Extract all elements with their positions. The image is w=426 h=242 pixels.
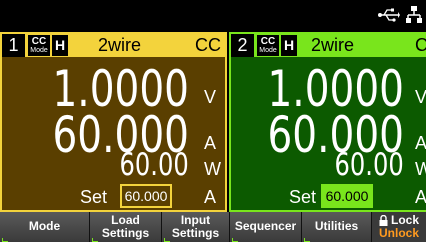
set-unit: A bbox=[415, 187, 426, 207]
load-settings-label-2: Settings bbox=[101, 226, 150, 240]
range-indicator: H bbox=[281, 35, 297, 56]
mode-indicator: CC Mode bbox=[28, 35, 50, 56]
voltage-unit: V bbox=[204, 87, 217, 107]
set-value-field[interactable]: 60.000 bbox=[321, 184, 373, 208]
utilities-softkey[interactable]: Utilities bbox=[302, 212, 372, 242]
mode-softkey[interactable]: Mode bbox=[0, 212, 90, 242]
set-label: Set bbox=[80, 187, 108, 207]
mode-indicator-value: CC bbox=[31, 36, 47, 47]
sense-mode: 2wire bbox=[98, 35, 142, 55]
mode-softkey-label: Mode bbox=[28, 219, 61, 234]
operating-mode: CC bbox=[195, 35, 221, 55]
load-settings-softkey[interactable]: Load Settings bbox=[90, 212, 162, 242]
usb-icon bbox=[378, 8, 400, 22]
mode-indicator-caption: Mode bbox=[30, 47, 48, 54]
lock-icon bbox=[379, 214, 388, 226]
channel-2-header: 2 CC Mode H 2wire C bbox=[231, 34, 426, 57]
mode-indicator-value: CC bbox=[260, 36, 276, 47]
power-unit: W bbox=[415, 160, 426, 178]
softkey-tick bbox=[2, 238, 8, 242]
set-label: Set bbox=[289, 187, 317, 207]
sense-mode: 2wire bbox=[311, 35, 355, 55]
sequencer-label: Sequencer bbox=[234, 219, 297, 234]
sequencer-softkey[interactable]: Sequencer bbox=[230, 212, 302, 242]
channel-1-panel[interactable]: 1 CC Mode H 2wire CC 1.0000 V 60.000 A 6… bbox=[0, 32, 227, 212]
current-unit: A bbox=[415, 133, 426, 153]
channel-1-header: 1 CC Mode H 2wire CC bbox=[2, 34, 225, 57]
voltage-unit: V bbox=[415, 87, 426, 107]
input-settings-softkey[interactable]: Input Settings bbox=[162, 212, 230, 242]
status-bar bbox=[0, 0, 426, 32]
softkey-bar: Mode Load Settings Input Settings Sequen… bbox=[0, 212, 426, 242]
power-reading: 60.00 bbox=[119, 147, 189, 183]
power-unit: W bbox=[204, 159, 221, 179]
unlock-label: Unlock bbox=[378, 226, 419, 240]
utilities-label: Utilities bbox=[314, 219, 359, 234]
set-value-field[interactable]: 60.000 bbox=[120, 184, 172, 208]
channel-number: 2 bbox=[231, 34, 254, 57]
lock-softkey[interactable]: Lock Unlock bbox=[372, 212, 426, 242]
channel-number: 1 bbox=[2, 34, 25, 57]
set-unit: A bbox=[204, 187, 217, 207]
power-reading: 60.00 bbox=[334, 147, 404, 183]
softkey-tick bbox=[232, 238, 238, 242]
range-indicator: H bbox=[52, 35, 68, 56]
operating-mode: C bbox=[415, 34, 426, 57]
mode-indicator-caption: Mode bbox=[259, 47, 277, 54]
softkey-tick bbox=[304, 238, 310, 242]
input-settings-label-2: Settings bbox=[171, 226, 220, 240]
current-unit: A bbox=[204, 133, 217, 153]
mode-indicator: CC Mode bbox=[257, 35, 279, 56]
softkey-tick bbox=[92, 238, 98, 242]
lan-icon bbox=[406, 6, 422, 23]
channel-2-panel[interactable]: 2 CC Mode H 2wire C 1.0000 V 60.000 A 60… bbox=[229, 32, 426, 212]
softkey-tick bbox=[164, 238, 170, 242]
